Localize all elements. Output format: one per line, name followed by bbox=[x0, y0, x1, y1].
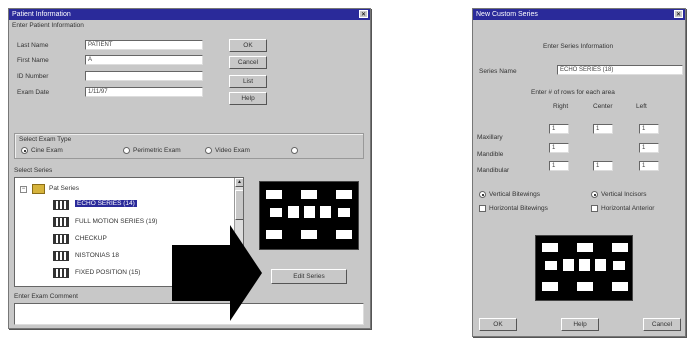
first-name-field[interactable]: A bbox=[85, 55, 203, 65]
row-label-mandibular: Mandibular bbox=[477, 167, 510, 174]
rows-maxillary-right[interactable]: 1 bbox=[549, 124, 569, 134]
last-name-label: Last Name bbox=[17, 42, 49, 49]
exam-date-label: Exam Date bbox=[17, 89, 50, 96]
series-dialog-title: New Custom Series bbox=[476, 11, 538, 18]
video-exam-label: Video Exam bbox=[215, 147, 250, 154]
rows-mandible-left[interactable]: 1 bbox=[639, 143, 659, 153]
series-icon bbox=[53, 268, 69, 278]
list-button[interactable]: List bbox=[229, 75, 267, 88]
folder-icon bbox=[32, 184, 45, 194]
series-name-label: Series Name bbox=[479, 68, 517, 75]
exam-type-label: Select Exam Type bbox=[19, 136, 72, 143]
series-icon bbox=[53, 217, 69, 227]
rows-maxillary-left[interactable]: 1 bbox=[639, 124, 659, 134]
horizontal-anterior-label: Horizontal Anterior bbox=[601, 205, 655, 212]
collapse-icon[interactable]: − bbox=[20, 186, 27, 193]
rows-mandibular-right[interactable]: 1 bbox=[549, 161, 569, 171]
patient-section-label: Enter Patient Information bbox=[12, 22, 84, 29]
horizontal-bitewings-label: Horizontal Bitewings bbox=[489, 205, 548, 212]
option-vertical-bitewings[interactable] bbox=[479, 191, 486, 198]
option-horizontal-anterior[interactable] bbox=[591, 205, 598, 212]
radio-other-exam[interactable] bbox=[291, 147, 298, 154]
last-name-field[interactable]: PATIENT bbox=[85, 40, 203, 50]
row-label-mandible: Mandible bbox=[477, 151, 504, 158]
col-header-left: Left bbox=[636, 103, 647, 110]
series-section-label: Enter Series Information bbox=[543, 43, 614, 50]
patient-dialog-title: Patient Information bbox=[12, 11, 71, 18]
close-icon[interactable]: ✕ bbox=[359, 10, 368, 18]
series-dialog-titlebar: New Custom Series ✕ bbox=[473, 9, 685, 20]
option-horizontal-bitewings[interactable] bbox=[479, 205, 486, 212]
id-number-label: ID Number bbox=[17, 73, 49, 80]
tree-item-label: ECHO SERIES (14) bbox=[75, 200, 137, 207]
series-icon bbox=[53, 234, 69, 244]
perimetric-exam-label: Perimetric Exam bbox=[133, 147, 181, 154]
id-number-field[interactable] bbox=[85, 71, 203, 81]
exam-date-field[interactable]: 1/11/97 bbox=[85, 87, 203, 97]
tree-item-label: FIXED POSITION (15) bbox=[75, 269, 141, 276]
series-name-field[interactable]: ECHO SERIES (18) bbox=[557, 65, 683, 75]
series-preview-image bbox=[259, 181, 359, 250]
col-header-center: Center bbox=[593, 103, 613, 110]
radio-video-exam[interactable] bbox=[205, 147, 212, 154]
tree-item-label: CHECKUP bbox=[75, 235, 107, 242]
series-icon bbox=[53, 251, 69, 261]
scroll-up-icon[interactable]: ▲ bbox=[235, 178, 243, 187]
help-button[interactable]: Help bbox=[229, 92, 267, 105]
scroll-thumb[interactable] bbox=[235, 190, 243, 220]
patient-dialog-titlebar: Patient Information ✕ bbox=[9, 9, 370, 20]
rows-mandibular-left[interactable]: 1 bbox=[639, 161, 659, 171]
first-name-label: First Name bbox=[17, 57, 49, 64]
series-icon bbox=[53, 200, 69, 210]
close-icon[interactable]: ✕ bbox=[674, 10, 683, 18]
radio-perimetric-exam[interactable] bbox=[123, 147, 130, 154]
tree-item-label: FULL MOTION SERIES (19) bbox=[75, 218, 158, 225]
tree-item[interactable]: ECHO SERIES (14) bbox=[53, 199, 203, 212]
edit-series-button[interactable]: Edit Series bbox=[271, 269, 347, 284]
ok-button[interactable]: OK bbox=[229, 39, 267, 52]
option-vertical-incisors[interactable] bbox=[591, 191, 598, 198]
select-series-label: Select Series bbox=[14, 167, 53, 174]
exam-type-group: Select Exam Type Cine Exam Perimetric Ex… bbox=[14, 133, 364, 159]
tree-item-label: NISTONIAS 18 bbox=[75, 252, 119, 259]
radio-cine-exam[interactable] bbox=[21, 147, 28, 154]
pointer-arrow-icon bbox=[172, 225, 262, 321]
custom-series-preview-image bbox=[535, 235, 633, 301]
new-custom-series-dialog: New Custom Series ✕ Enter Series Informa… bbox=[472, 8, 686, 337]
cine-exam-label: Cine Exam bbox=[31, 147, 63, 154]
cancel-button[interactable]: Cancel bbox=[229, 56, 267, 69]
col-header-right: Right bbox=[553, 103, 569, 110]
cancel-button[interactable]: Cancel bbox=[643, 318, 681, 331]
vertical-bitewings-label: Vertical Bitewings bbox=[489, 191, 540, 198]
row-label-maxillary: Maxillary bbox=[477, 134, 503, 141]
rows-mandibular-center[interactable]: 1 bbox=[593, 161, 613, 171]
ok-button[interactable]: OK bbox=[479, 318, 517, 331]
rows-maxillary-center[interactable]: 1 bbox=[593, 124, 613, 134]
rows-mandible-right[interactable]: 1 bbox=[549, 143, 569, 153]
rows-per-area-label: Enter # of rows for each area bbox=[531, 89, 615, 96]
exam-comment-label: Enter Exam Comment bbox=[14, 293, 78, 300]
help-button[interactable]: Help bbox=[561, 318, 599, 331]
tree-root-label: Pat Series bbox=[49, 185, 79, 192]
vertical-incisors-label: Vertical Incisors bbox=[601, 191, 647, 198]
